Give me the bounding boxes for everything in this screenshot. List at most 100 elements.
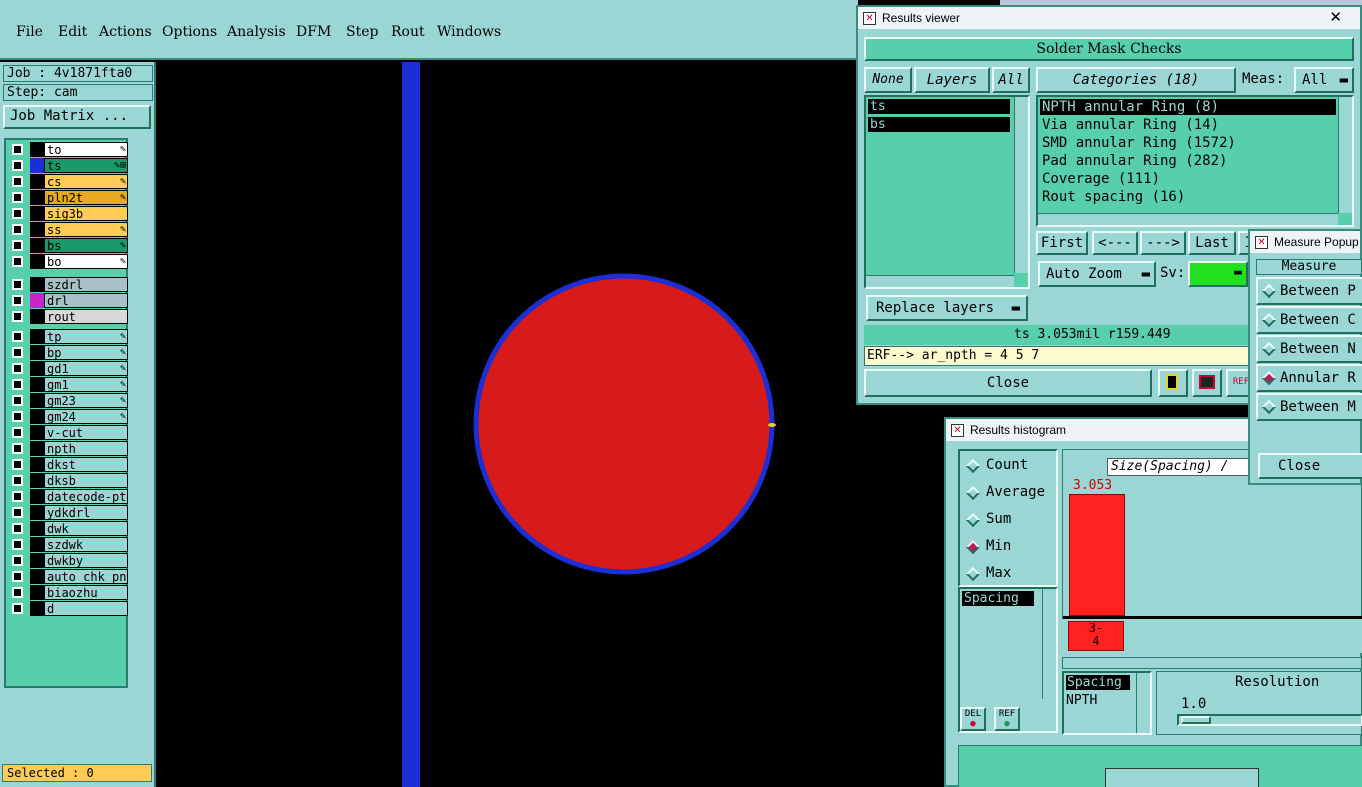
layer-checkbox[interactable]: [12, 224, 23, 235]
layer-checkbox[interactable]: [12, 427, 23, 438]
category-item[interactable]: Pad annular Ring (282): [1040, 153, 1336, 169]
layer-checkbox[interactable]: [12, 311, 23, 322]
radio-icon[interactable]: [1261, 370, 1277, 386]
layer-row[interactable]: dksb: [8, 473, 128, 488]
radio-icon[interactable]: [1261, 341, 1277, 357]
layer-row[interactable]: sig3b: [8, 206, 128, 221]
auto-zoom-dropdown[interactable]: Auto Zoom ▬: [1038, 261, 1156, 287]
menu-windows[interactable]: Windows: [437, 24, 501, 40]
layer-name[interactable]: d: [44, 601, 128, 616]
radio-icon[interactable]: [1261, 312, 1277, 328]
layer-checkbox[interactable]: [12, 279, 23, 290]
layer-name[interactable]: gm1 ✎: [44, 377, 128, 392]
layer-checkbox[interactable]: [12, 571, 23, 582]
layer-color-swatch[interactable]: [30, 553, 44, 568]
stat-option-min[interactable]: Min: [964, 536, 1054, 558]
close-icon[interactable]: ✕: [1329, 7, 1342, 29]
layer-checkbox[interactable]: [12, 379, 23, 390]
layer-color-swatch[interactable]: [30, 457, 44, 472]
menu-file[interactable]: File: [16, 24, 43, 40]
record-icon[interactable]: [1192, 369, 1222, 397]
layer-color-swatch[interactable]: [30, 473, 44, 488]
layer-checkbox[interactable]: [12, 192, 23, 203]
layer-name[interactable]: to ✎: [44, 142, 128, 157]
layer-checkbox[interactable]: [12, 443, 23, 454]
layer-checkbox[interactable]: [12, 363, 23, 374]
layer-color-swatch[interactable]: [30, 489, 44, 504]
measure-option[interactable]: Between P: [1256, 277, 1362, 305]
layer-row[interactable]: dwkby: [8, 553, 128, 568]
replace-layers-dropdown[interactable]: Replace layers ▬: [866, 295, 1028, 321]
layer-row[interactable]: gd1 ✎: [8, 361, 128, 376]
menu-analysis[interactable]: Analysis: [227, 24, 286, 40]
slider-handle[interactable]: [1181, 716, 1211, 724]
layer-color-swatch[interactable]: [30, 293, 44, 308]
category-scrollbar[interactable]: [1338, 97, 1352, 213]
histogram-hscrollbar[interactable]: [1062, 657, 1362, 669]
layer-color-swatch[interactable]: [30, 309, 44, 324]
layer-checkbox[interactable]: [12, 555, 23, 566]
list-item[interactable]: Spacing: [1066, 675, 1130, 690]
layer-checkbox[interactable]: [12, 475, 23, 486]
layer-row[interactable]: ss ✎: [8, 222, 128, 237]
layer-name[interactable]: datecode-pte: [44, 489, 128, 504]
category-item[interactable]: NPTH annular Ring (8): [1040, 99, 1336, 115]
layer-row[interactable]: to ✎: [8, 142, 128, 157]
layer-name[interactable]: tp ✎: [44, 329, 128, 344]
layer-checkbox[interactable]: [12, 523, 23, 534]
layer-row[interactable]: drl: [8, 293, 128, 308]
category-item[interactable]: Via annular Ring (14): [1040, 117, 1336, 133]
category-item[interactable]: SMD annular Ring (1572): [1040, 135, 1336, 151]
close-button[interactable]: Close: [864, 369, 1152, 397]
layer-color-swatch[interactable]: [30, 585, 44, 600]
radio-icon[interactable]: [965, 539, 981, 555]
severity-dropdown[interactable]: ▬: [1188, 261, 1248, 287]
menu-options[interactable]: Options: [162, 24, 217, 40]
radio-icon[interactable]: [1261, 399, 1277, 415]
list-item[interactable]: NPTH: [1066, 693, 1097, 708]
first-button[interactable]: First: [1036, 231, 1088, 255]
layer-color-swatch[interactable]: [30, 142, 44, 157]
layer-color-swatch[interactable]: [30, 222, 44, 237]
layer-list-hscrollbar[interactable]: [866, 275, 1014, 287]
layer-name[interactable]: drl: [44, 293, 128, 308]
histogram-list-scrollbar[interactable]: [1042, 589, 1056, 699]
del-button[interactable]: DEL ●: [960, 707, 986, 731]
spacing-list-scrollbar[interactable]: [1136, 673, 1150, 733]
category-item[interactable]: Rout spacing (16): [1040, 189, 1336, 205]
layer-row[interactable]: pln2t ✎: [8, 190, 128, 205]
layer-checkbox[interactable]: [12, 144, 23, 155]
layer-checkbox[interactable]: [12, 160, 23, 171]
layer-row[interactable]: ydkdrl: [8, 505, 128, 520]
layer-row[interactable]: npth: [8, 441, 128, 456]
layer-row[interactable]: bo ✎: [8, 254, 128, 269]
layer-checkbox[interactable]: [12, 331, 23, 342]
meas-dropdown[interactable]: All ▬: [1294, 67, 1354, 93]
menu-actions[interactable]: Actions: [99, 24, 152, 40]
next-button[interactable]: --->: [1140, 231, 1186, 255]
menu-step[interactable]: Step: [346, 24, 378, 40]
stat-option-count[interactable]: Count: [964, 455, 1054, 477]
last-button[interactable]: Last: [1188, 231, 1236, 255]
layer-color-swatch[interactable]: [30, 393, 44, 408]
layer-color-swatch[interactable]: [30, 377, 44, 392]
radio-icon[interactable]: [965, 458, 981, 474]
layer-name[interactable]: biaozhu: [44, 585, 128, 600]
layer-row[interactable]: szdwk: [8, 537, 128, 552]
layer-color-swatch[interactable]: [30, 361, 44, 376]
layer-name[interactable]: auto_chk_pn.: [44, 569, 128, 584]
stat-option-sum[interactable]: Sum: [964, 509, 1054, 531]
radio-icon[interactable]: [965, 485, 981, 501]
layer-color-swatch[interactable]: [30, 329, 44, 344]
layers-button[interactable]: Layers: [914, 67, 990, 93]
measure-close-button[interactable]: Close: [1258, 453, 1362, 479]
resolution-slider[interactable]: [1177, 714, 1362, 726]
measure-option[interactable]: Annular R: [1256, 364, 1362, 392]
measure-option[interactable]: Between N: [1256, 335, 1362, 363]
radio-icon[interactable]: [1261, 283, 1277, 299]
layer-checkbox[interactable]: [12, 240, 23, 251]
layer-list-scrollbar[interactable]: [1014, 97, 1028, 273]
layer-color-swatch[interactable]: [30, 345, 44, 360]
histogram-bar[interactable]: [1069, 494, 1125, 616]
layer-row[interactable]: bp ✎: [8, 345, 128, 360]
